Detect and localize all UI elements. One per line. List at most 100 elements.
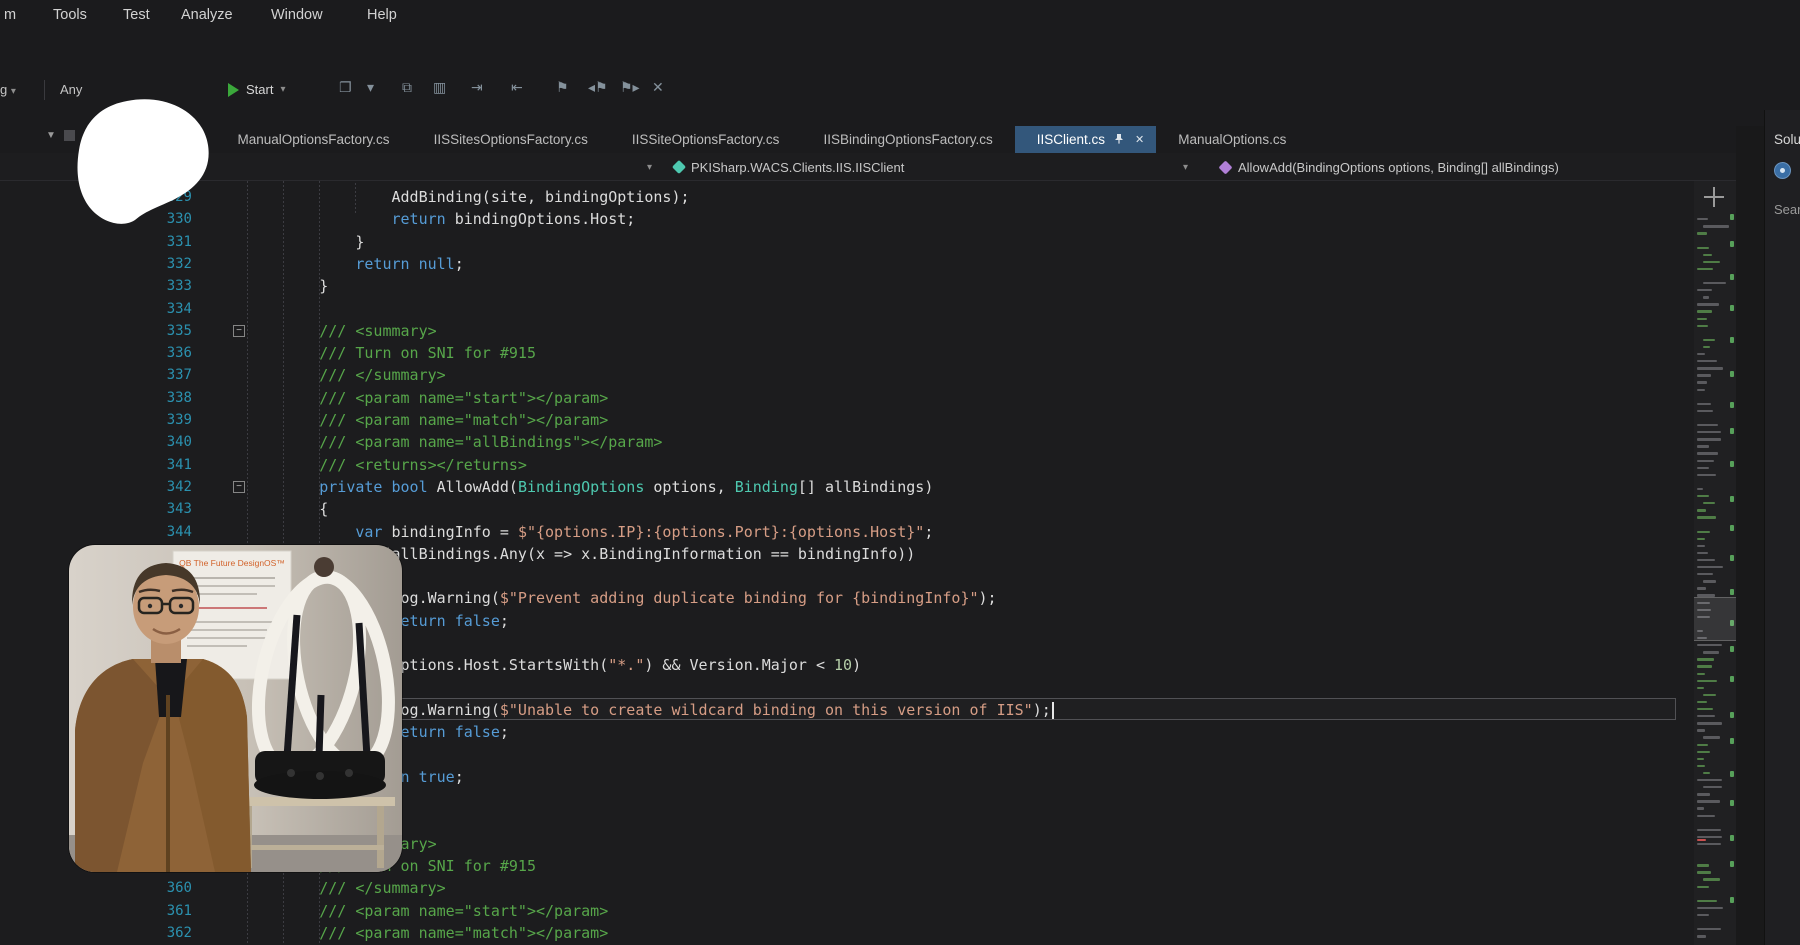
line-number[interactable]: 338 — [130, 387, 192, 409]
code-line: /// <param name="start"></param> — [247, 900, 608, 922]
minimap-line — [1697, 864, 1709, 866]
menu-item-analyze[interactable]: Analyze — [177, 4, 237, 26]
line-number[interactable]: 362 — [130, 922, 192, 944]
minimap-line — [1697, 815, 1715, 817]
close-icon[interactable]: ✕ — [1135, 133, 1144, 146]
line-number[interactable]: 335 — [130, 320, 192, 342]
line-number[interactable]: 332 — [130, 253, 192, 275]
window-icon[interactable]: ❐ — [339, 80, 352, 96]
collapse-toggle[interactable]: − — [233, 325, 245, 337]
line-number[interactable]: 334 — [130, 298, 192, 320]
split-view-icon[interactable]: ▥ — [433, 80, 446, 96]
search-box-fragment[interactable]: Sear — [1774, 202, 1800, 217]
line-number[interactable]: 336 — [130, 342, 192, 364]
menu-item-tools[interactable]: Tools — [49, 4, 91, 26]
test-explorer-toolbar-fragment[interactable]: ▼ — [46, 130, 75, 141]
menu-item-window[interactable]: Window — [267, 4, 327, 26]
minimap-line — [1697, 495, 1709, 497]
minimap-crosshair-icon — [1704, 187, 1724, 207]
change-indicator — [1730, 525, 1734, 531]
line-number[interactable]: 343 — [130, 498, 192, 520]
minimap-line — [1697, 658, 1714, 660]
project-dropdown[interactable]: wacs ▾ — [144, 156, 658, 178]
line-number[interactable]: 340 — [130, 431, 192, 453]
minimap-line — [1703, 225, 1729, 227]
minimap-line — [1697, 545, 1705, 547]
minimap-line — [1703, 282, 1726, 284]
collapse-toggle[interactable]: − — [233, 481, 245, 493]
bookmark-clear-icon[interactable]: ✕ — [652, 80, 664, 96]
tab-iissitesoptionsfactory-cs[interactable]: IISSitesOptionsFactory.cs — [412, 126, 610, 153]
minimap-line — [1697, 644, 1722, 646]
minimap-line — [1697, 900, 1717, 902]
platform-dropdown[interactable]: Any — [60, 82, 82, 97]
menu-item-m[interactable]: m — [0, 4, 20, 26]
line-number[interactable]: 342 — [130, 476, 192, 498]
code-line: /// <returns></returns> — [247, 454, 527, 476]
minimap-line — [1697, 247, 1709, 249]
photo-illustration: QB The Future DesignOS™ — [69, 545, 402, 872]
bookmark-icon[interactable]: ⚑ — [556, 80, 569, 96]
tab-iissiteoptionsfactory-cs[interactable]: IISSiteOptionsFactory.cs — [610, 126, 802, 153]
code-line: /// <param name="allBindings"></param> — [247, 431, 662, 453]
minimap-line — [1703, 772, 1710, 774]
type-dropdown[interactable]: PKISharp.WACS.Clients.IIS.IISClient ▾ — [666, 156, 1194, 178]
minimap-line — [1703, 254, 1712, 256]
panel-icon[interactable] — [1774, 162, 1791, 179]
line-number[interactable]: 337 — [130, 364, 192, 386]
line-number[interactable]: 344 — [130, 521, 192, 543]
solution-config-dropdown[interactable]: g ▾ — [0, 82, 16, 97]
minimap-line — [1697, 729, 1705, 731]
change-indicator — [1730, 897, 1734, 903]
minimap-scrollbar[interactable] — [1694, 181, 1736, 945]
pin-icon[interactable] — [1114, 132, 1124, 147]
minimap-viewport[interactable] — [1694, 597, 1736, 641]
indent-icon[interactable]: ⇥ — [471, 80, 483, 96]
minimap-line — [1697, 914, 1709, 916]
navigation-bar: wacs ▾ PKISharp.WACS.Clients.IIS.IISClie… — [0, 153, 1764, 181]
chevron-down-icon[interactable]: ▾ — [367, 80, 374, 96]
minimap-line — [1697, 424, 1718, 426]
bookmark-prev-icon[interactable]: ◂⚑ — [588, 80, 608, 96]
change-indicator — [1730, 771, 1734, 777]
member-dropdown[interactable]: AllowAdd(BindingOptions options, Binding… — [1212, 156, 1752, 178]
menu-bar: m Tools Test Analyze Window Help — [0, 0, 1800, 30]
change-indicator — [1730, 402, 1734, 408]
minimap-line — [1697, 793, 1710, 795]
minimap-line — [1697, 403, 1711, 405]
minimap-line — [1697, 566, 1723, 568]
chevron-down-icon: ▾ — [1183, 162, 1188, 173]
minimap-line — [1697, 516, 1716, 518]
menu-item-help[interactable]: Help — [363, 4, 401, 26]
change-indicator — [1730, 589, 1734, 595]
minimap-line — [1703, 651, 1719, 653]
tab-manualoptions-cs[interactable]: ManualOptions.cs — [1156, 126, 1308, 153]
start-debug-button[interactable]: Start ▾ — [222, 79, 292, 100]
minimap-line — [1697, 587, 1706, 589]
minimap-line — [1703, 736, 1720, 738]
change-indicator — [1730, 555, 1734, 561]
minimap-line — [1697, 807, 1704, 809]
line-number[interactable]: 361 — [130, 900, 192, 922]
code-line: /// <param name="match"></param> — [247, 922, 608, 944]
minimap-line — [1697, 758, 1704, 760]
save-all-icon[interactable]: ⧉ — [402, 80, 412, 96]
line-number[interactable]: 339 — [130, 409, 192, 431]
line-number[interactable]: 333 — [130, 275, 192, 297]
minimap-line — [1697, 928, 1721, 930]
outdent-icon[interactable]: ⇤ — [511, 80, 523, 96]
tab-manualoptionsfactory-cs[interactable]: ManualOptionsFactory.cs — [216, 126, 412, 153]
minimap-line — [1697, 722, 1722, 724]
tab-iisclient-cs[interactable]: IISClient.cs✕ — [1015, 126, 1157, 153]
minimap-line — [1697, 829, 1721, 831]
bookmark-next-icon[interactable]: ⚑▸ — [620, 80, 640, 96]
code-line: /// <param name="start"></param> — [247, 387, 608, 409]
minimap-line — [1697, 310, 1712, 312]
line-number[interactable]: 360 — [130, 877, 192, 899]
line-number[interactable]: 331 — [130, 231, 192, 253]
tab-iisbindingoptionsfactory-cs[interactable]: IISBindingOptionsFactory.cs — [801, 126, 1014, 153]
menu-item-test[interactable]: Test — [119, 4, 154, 26]
line-number[interactable]: 341 — [130, 454, 192, 476]
solution-explorer-title: Solu — [1774, 132, 1800, 147]
code-line: /// Turn on SNI for #915 — [247, 342, 536, 364]
